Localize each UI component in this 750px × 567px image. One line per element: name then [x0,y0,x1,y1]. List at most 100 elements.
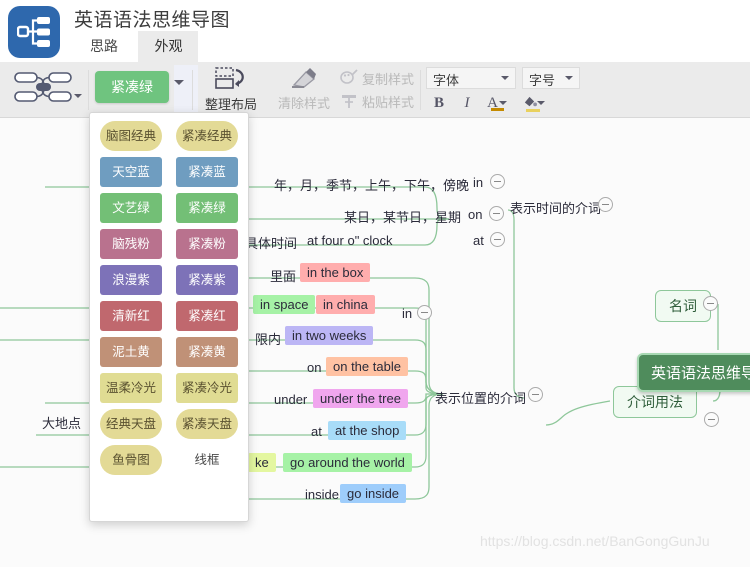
theme-swatch-2-1[interactable]: 紧凑绿 [176,193,238,223]
leaf-at-the-shop[interactable]: at the shop [328,421,407,440]
page-title: 英语语法思维导图 [74,10,231,31]
theme-swatch-5-1[interactable]: 紧凑红 [176,301,238,331]
theme-swatch-row: 清新红 紧凑红 [90,301,248,337]
font-size-chevron-down-icon[interactable] [565,76,573,80]
theme-swatch-row: 浪漫紫 紧凑紫 [90,265,248,301]
font-family-select[interactable]: 字体 [426,67,516,89]
divider [420,70,421,110]
theme-dropdown-panel[interactable]: 脑图经典 紧凑经典 天空蓝 紧凑蓝 文艺绿 紧凑绿 脑残粉 紧凑粉 浪漫紫 紧凑紫 清新红 紧凑红 泥土… [89,112,249,522]
collapse-toggle-noun[interactable] [703,296,718,311]
theme-chevron-down-icon[interactable] [174,80,184,85]
key-on-time[interactable]: on [466,205,484,224]
clear-style-button[interactable]: 清除样式 [272,62,336,117]
root-node[interactable]: 英语语法思维导图 [637,353,750,392]
theme-swatch-0-1[interactable]: 紧凑经典 [176,121,238,151]
leaf-big-place[interactable]: 大地点 [40,411,83,434]
theme-swatch-3-1[interactable]: 紧凑粉 [176,229,238,259]
font-group: 字体 字号 B I A [424,62,584,117]
fill-bucket-icon[interactable] [522,95,537,109]
leaf-in-the-box[interactable]: in the box [300,263,371,282]
tab-appearance[interactable]: 外观 [138,31,199,62]
leaf-time-in[interactable]: 年，月，季节，上午，下午，傍晚 [272,173,471,196]
theme-swatch-7-0[interactable]: 温柔冷光 [100,373,162,403]
theme-swatch-row: 天空蓝 紧凑蓝 [90,157,248,193]
italic-button[interactable]: I [456,92,478,114]
leaf-go-inside[interactable]: go inside [340,484,407,503]
arrange-layout-icon[interactable] [214,66,250,94]
theme-swatch-8-1[interactable]: 紧凑天盘 [176,409,238,439]
key-at-place[interactable]: at [309,422,324,441]
tab-ideas[interactable]: 思路 [74,31,134,62]
font-color-button[interactable]: A [482,92,512,114]
bold-button[interactable]: B [428,92,450,114]
current-theme-button[interactable]: 紧凑绿 [95,71,169,103]
mindmap-structure-icon[interactable] [14,70,74,104]
leaf-within-cn[interactable]: 限内 [253,327,283,350]
collapse-toggle-preposition-usage[interactable] [704,412,719,427]
leaf-time-at-cn[interactable]: 具体时间 [243,231,299,254]
collapse-toggle-on-time[interactable] [489,206,504,221]
theme-swatch-9-0[interactable]: 鱼骨图 [100,445,162,475]
theme-swatch-row: 泥土黄 紧凑黄 [90,337,248,373]
leaf-in-china[interactable]: in china [316,295,375,314]
place-preposition-group[interactable]: 表示位置的介词 [433,386,528,409]
leaf-time-at-en[interactable]: at four o" clock [305,231,395,250]
leaf-in-space[interactable]: in space [253,295,316,314]
leaf-time-on[interactable]: 某日，某节日，星期 [342,205,463,228]
theme-swatch-4-0[interactable]: 浪漫紫 [100,265,162,295]
key-at-time[interactable]: at [471,231,486,250]
leaf-inside-cn[interactable]: 里面 [268,264,298,287]
theme-swatch-2-0[interactable]: 文艺绿 [100,193,162,223]
theme-swatch-0-0[interactable]: 脑图经典 [100,121,162,151]
paste-style-button[interactable]: 粘贴样式 [338,89,420,113]
theme-swatch-3-0[interactable]: 脑残粉 [100,229,162,259]
theme-swatch-row: 经典天盘 紧凑天盘 [90,409,248,445]
clear-style-icon[interactable] [288,66,320,92]
collapse-toggle-in-time[interactable] [490,174,505,189]
fill-color-underline-swatch [526,109,540,112]
paste-style-icon[interactable] [340,92,358,110]
collapse-toggle-at-time[interactable] [490,232,505,247]
copy-style-button[interactable]: 复制样式 [338,66,420,90]
theme-swatch-1-1[interactable]: 紧凑蓝 [176,157,238,187]
font-size-select[interactable]: 字号 [522,67,580,89]
leaf-go-around-the-world[interactable]: go around the world [283,453,412,472]
collapse-toggle-in-place[interactable] [417,305,432,320]
key-on-place[interactable]: on [305,358,323,377]
copy-style-icon[interactable] [340,69,358,87]
leaf-like[interactable]: ke [248,453,276,472]
theme-swatch-6-1[interactable]: 紧凑黄 [176,337,238,367]
theme-swatch-7-1[interactable]: 紧凑冷光 [176,373,238,403]
leaf-on-the-table[interactable]: on the table [326,357,408,376]
collapse-toggle-time-group[interactable] [598,197,613,212]
arrange-layout-button[interactable]: 整理布局 [196,62,266,117]
theme-swatch-4-1[interactable]: 紧凑紫 [176,265,238,295]
divider [192,70,193,110]
fill-color-button[interactable] [518,92,548,114]
theme-swatch-row: 脑残粉 紧凑粉 [90,229,248,265]
paste-style-label: 粘贴样式 [362,95,415,110]
key-in-place[interactable]: in [400,304,414,323]
collapse-toggle-place-group[interactable] [528,387,543,402]
theme-dropdown-hover-area[interactable] [174,65,198,113]
theme-swatch-8-0[interactable]: 经典天盘 [100,409,162,439]
leaf-in-two-weeks[interactable]: in two weeks [285,326,374,345]
font-color-chevron-down-icon[interactable] [498,101,507,105]
key-inside[interactable]: inside [303,485,341,504]
font-family-chevron-down-icon[interactable] [501,76,509,80]
structure-chevron-down-icon[interactable] [74,94,82,98]
theme-swatch-1-0[interactable]: 天空蓝 [100,157,162,187]
theme-picker-group[interactable]: 紧凑绿 [90,62,198,117]
theme-swatch-row: 文艺绿 紧凑绿 [90,193,248,229]
title-bar: 英语语法思维导图 思路 外观 [0,0,750,62]
time-preposition-group[interactable]: 表示时间的介词 [508,196,603,219]
structure-picker-group[interactable] [6,62,86,117]
theme-swatch-9-1[interactable]: 线框 [176,445,238,475]
key-in-time[interactable]: in [471,173,485,192]
fill-color-chevron-down-icon[interactable] [536,101,545,105]
theme-swatch-5-0[interactable]: 清新红 [100,301,162,331]
theme-swatch-6-0[interactable]: 泥土黄 [100,337,162,367]
key-under[interactable]: under [272,390,309,409]
leaf-under-the-tree[interactable]: under the tree [313,389,408,408]
clear-style-label: 清除样式 [277,96,330,111]
